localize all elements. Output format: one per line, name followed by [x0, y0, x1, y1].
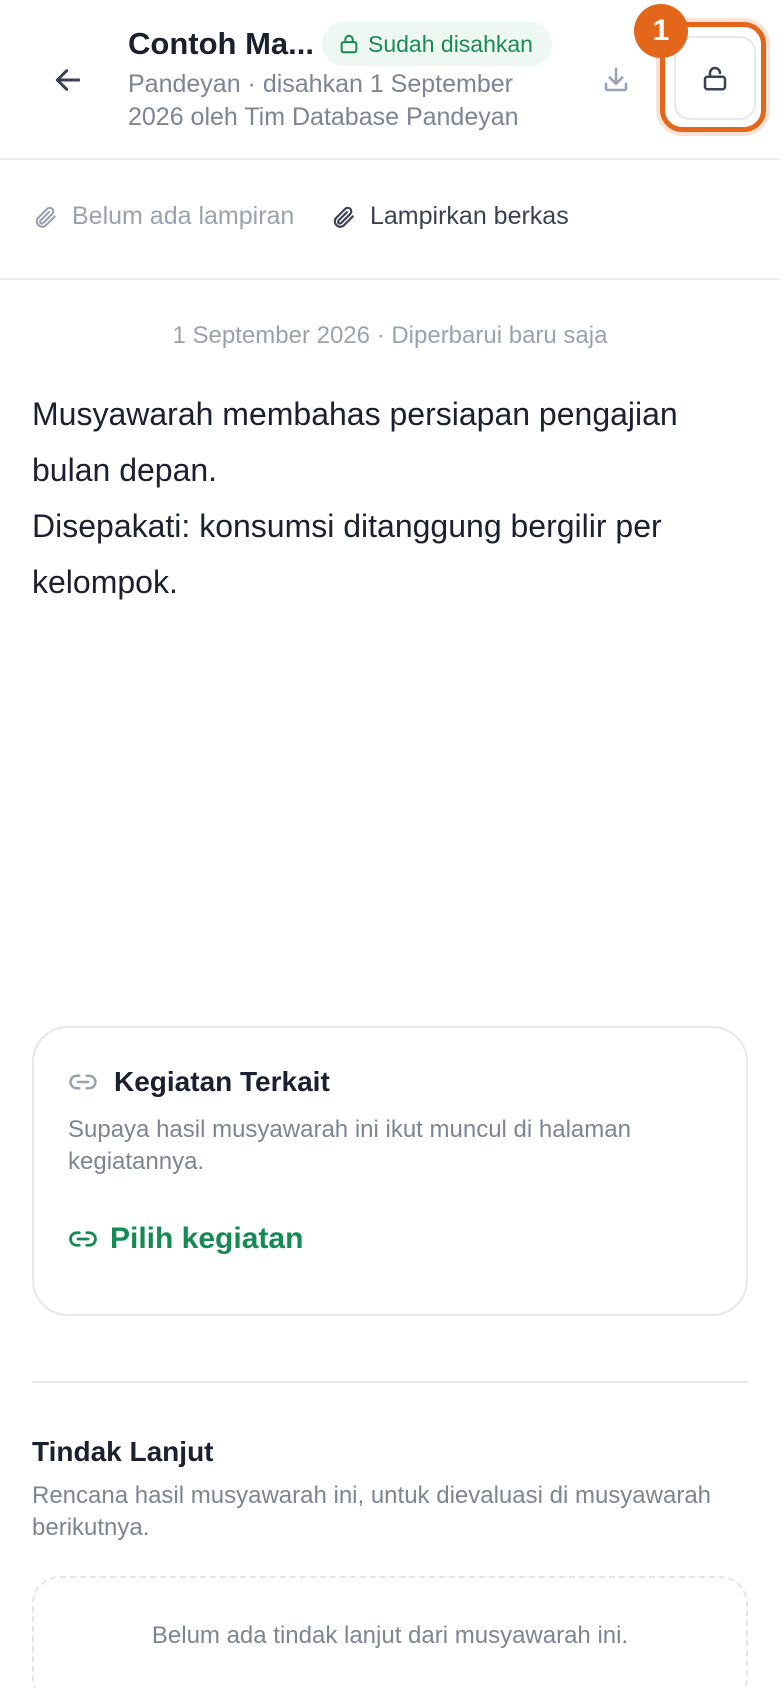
note-date-meta: 1 September 2026 · Diperbarui baru saja [172, 322, 608, 349]
follow-up-empty-label: Belum ada tindak lanjut dari musyawarah … [151, 1622, 629, 1649]
unlock-icon [703, 66, 727, 91]
page-subtitle: Pandeyan · disahkan 1 September 2026 ole… [128, 70, 519, 131]
link-icon [69, 1074, 97, 1090]
note-paragraph: Disepakati: konsumsi ditanggung bergilir… [32, 508, 662, 600]
paperclip-icon [35, 206, 56, 228]
page-title: Contoh Ma... [128, 26, 314, 61]
unlock-button[interactable] [674, 36, 756, 120]
back-button[interactable] [44, 56, 92, 104]
note-paragraph: Musyawarah membahas persiapan pengajian … [32, 396, 678, 488]
attachments-empty-label: Belum ada lampiran [72, 202, 295, 230]
download-icon [604, 67, 628, 92]
lock-icon [340, 34, 358, 54]
related-activity-title: Kegiatan Terkait [114, 1066, 330, 1097]
status-badge-label: Sudah disahkan [368, 30, 533, 57]
note-detail-screen: Contoh Ma... Sudah disahkan Pandeyan · d… [0, 0, 780, 1688]
header: Contoh Ma... Sudah disahkan Pandeyan · d… [0, 0, 780, 160]
pick-activity-button[interactable]: Pilih kegiatan [68, 1222, 303, 1256]
pick-activity-label: Pilih kegiatan [110, 1222, 304, 1255]
step-number-badge: 1 [634, 4, 688, 58]
related-activity-description: Supaya hasil musyawarah ini ikut muncul … [68, 1116, 631, 1175]
download-button[interactable] [592, 56, 640, 104]
follow-up-title: Tindak Lanjut [32, 1436, 214, 1467]
related-activity-header: Kegiatan Terkait [68, 1066, 330, 1098]
follow-up-description: Rencana hasil musyawarah ini, untuk diev… [32, 1482, 712, 1541]
paperclip-icon [333, 206, 354, 228]
status-badge: Sudah disahkan [322, 22, 552, 66]
attach-file-button[interactable]: Lampirkan berkas [330, 202, 569, 231]
attachments-row: Belum ada lampiran Lampirkan berkas [0, 162, 780, 280]
related-activity-card: Kegiatan Terkait Supaya hasil musyawarah… [32, 1026, 748, 1316]
attach-file-label: Lampirkan berkas [370, 202, 569, 230]
attachments-empty: Belum ada lampiran [32, 202, 294, 231]
arrow-left-icon [55, 69, 81, 91]
link-icon [69, 1231, 97, 1247]
section-divider [32, 1381, 748, 1383]
follow-up-empty-state: Belum ada tindak lanjut dari musyawarah … [32, 1576, 748, 1688]
note-body: Musyawarah membahas persiapan pengajian … [32, 386, 752, 610]
